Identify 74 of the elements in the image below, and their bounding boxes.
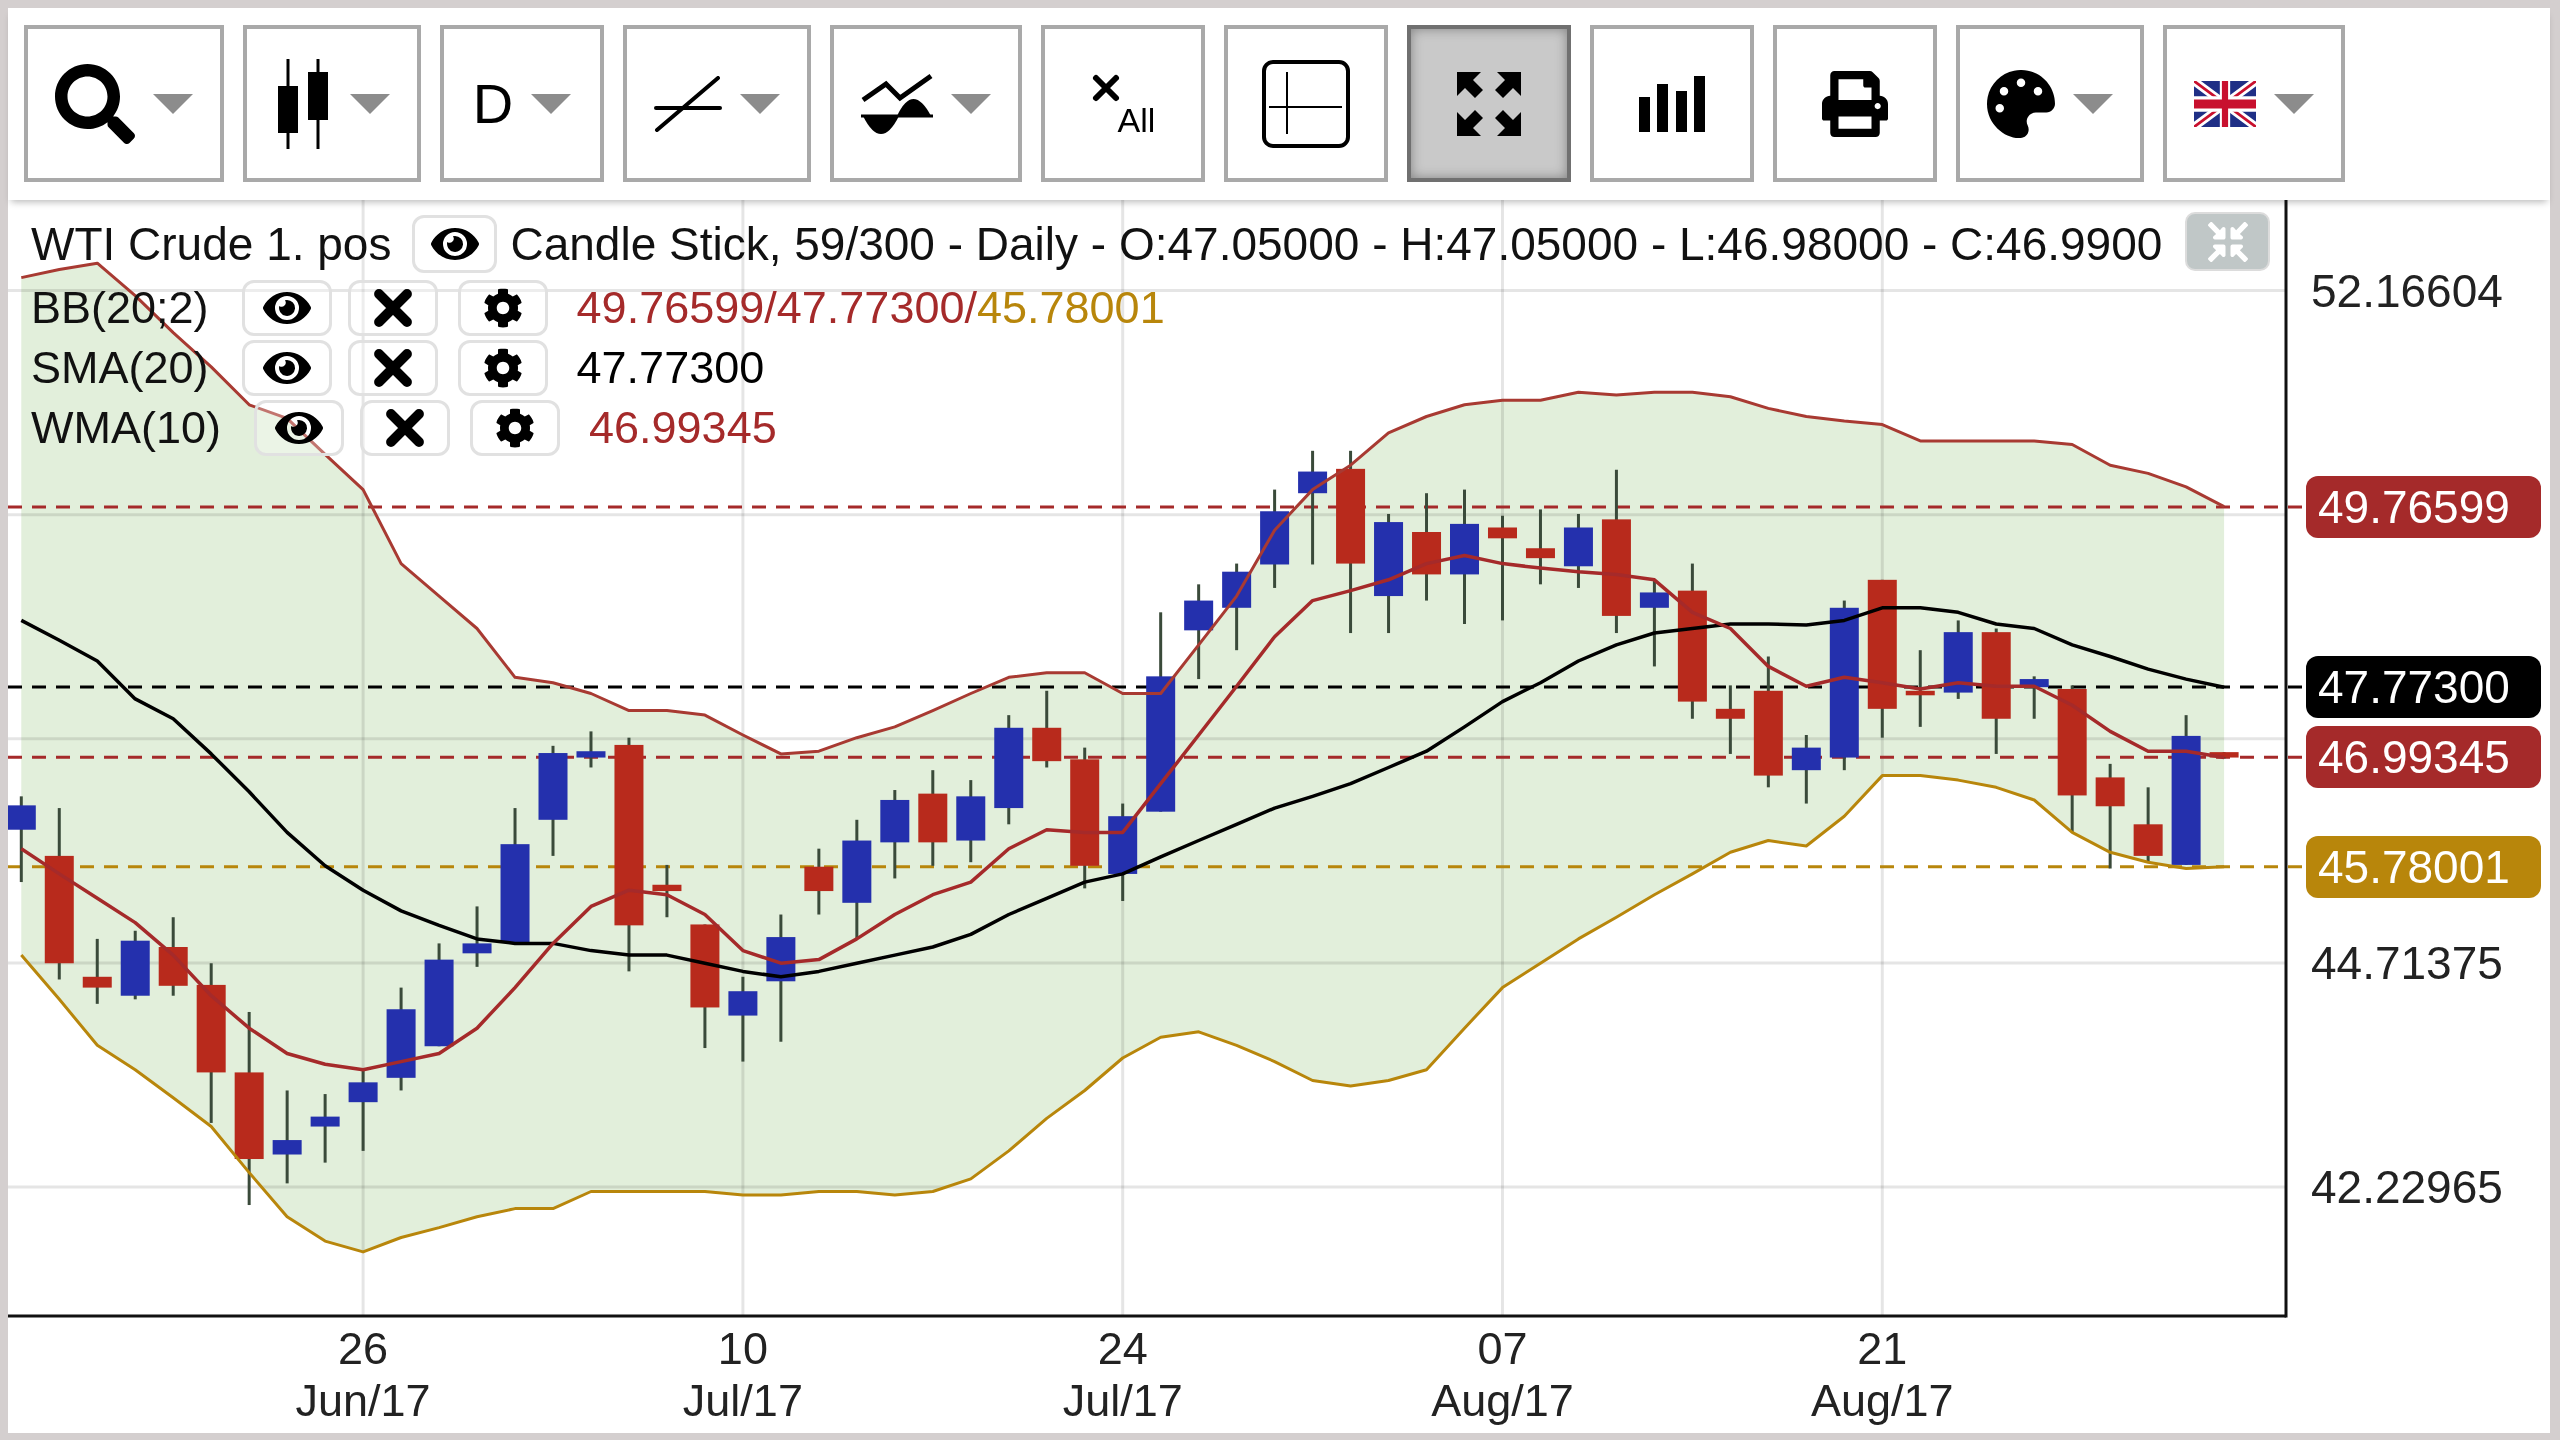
collapse-icon	[2207, 221, 2248, 262]
indicator-value: 45.78001	[977, 281, 1165, 335]
period-button[interactable]: D	[440, 25, 604, 182]
axis-label: 21 Aug/17	[1810, 1323, 1954, 1427]
candlestick	[652, 864, 682, 918]
close-icon	[384, 407, 426, 449]
candlestick	[576, 731, 606, 768]
eye-button[interactable]	[241, 280, 332, 336]
crosshair-button[interactable]	[1224, 25, 1388, 182]
price-label: 46.99345	[2306, 726, 2541, 789]
line-tool-button[interactable]	[623, 25, 811, 182]
indicator-name: SMA(20)	[31, 341, 209, 395]
eye-button[interactable]	[412, 215, 498, 273]
indicator-value: 49.76599/47.77300/	[576, 281, 977, 335]
settings-button[interactable]	[457, 340, 548, 396]
print-button[interactable]	[1773, 25, 1937, 182]
eye-icon	[430, 228, 479, 260]
candlestick	[462, 906, 492, 967]
instrument-name: WTI Crude 1. pos	[31, 217, 392, 272]
settings-button[interactable]	[457, 280, 548, 336]
volume-button[interactable]	[1590, 25, 1754, 182]
close-icon	[371, 287, 414, 329]
axis-label: 10 Jul/17	[682, 1323, 803, 1427]
price-label: 49.76599	[2306, 476, 2541, 539]
chart-summary: Candle Stick, 59/300 - Daily - O:47.05000 - H:47.05000 - L:46.98000 - C:46.9900	[510, 217, 2163, 272]
flag-icon	[2194, 80, 2256, 127]
candlestick	[2019, 676, 2049, 719]
price-label: 45.78001	[2306, 835, 2541, 898]
chart-type-button[interactable]	[243, 25, 421, 182]
axis-label: 44.71375	[2311, 935, 2503, 991]
fullscreen-button[interactable]	[1407, 25, 1571, 182]
palette-button[interactable]	[1956, 25, 2144, 182]
indicator-value: 47.77300	[576, 341, 765, 395]
search-button[interactable]	[24, 25, 224, 182]
axis-label: 24 Jul/17	[1062, 1323, 1183, 1427]
remove-button[interactable]	[360, 400, 450, 456]
expand-icon	[1457, 71, 1521, 136]
candlestick	[1791, 735, 1821, 804]
remove-all-button[interactable]: All	[1041, 25, 1205, 182]
price-label: 47.77300	[2306, 655, 2541, 718]
candlestick	[804, 848, 834, 915]
candlestick	[1715, 685, 1745, 754]
eye-button[interactable]	[254, 400, 344, 456]
trend-line-icon	[654, 75, 722, 132]
settings-icon	[482, 288, 523, 328]
indicator-icon	[861, 72, 933, 135]
search-icon	[55, 63, 135, 144]
axis-label: 42.22965	[2311, 1160, 2503, 1215]
eye-button[interactable]	[241, 340, 332, 396]
language-button[interactable]	[2163, 25, 2345, 182]
eye-icon	[262, 292, 311, 324]
settings-button[interactable]	[470, 400, 560, 456]
candlestick	[120, 930, 150, 1000]
candlestick	[82, 938, 112, 1004]
candlestick	[2209, 752, 2239, 759]
axis-label: 26 Jun/17	[295, 1323, 431, 1427]
bar-chart-icon	[1639, 75, 1705, 132]
indicator-name: WMA(10)	[31, 401, 221, 455]
settings-icon	[495, 408, 535, 448]
candlestick	[310, 1094, 340, 1163]
axis-label: 52.16604	[2311, 263, 2503, 319]
eye-icon	[262, 352, 311, 384]
remove-button[interactable]	[347, 280, 438, 336]
crosshair-icon	[1262, 59, 1350, 148]
settings-icon	[482, 348, 523, 388]
eye-icon	[275, 412, 323, 444]
axis-label: 07 Aug/17	[1431, 1323, 1574, 1427]
printer-icon	[1822, 70, 1888, 137]
remove-button[interactable]	[347, 340, 438, 396]
indicator-value: 46.99345	[589, 401, 777, 455]
close-icon	[371, 347, 414, 389]
close-icon	[1090, 72, 1121, 103]
indicator-button[interactable]	[830, 25, 1022, 182]
palette-icon	[1987, 69, 2055, 138]
